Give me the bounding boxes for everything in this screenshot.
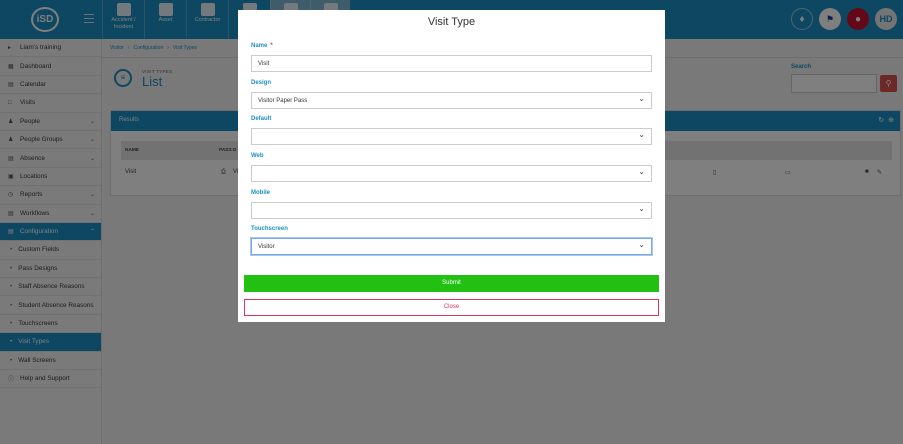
web-label: Web bbox=[251, 153, 264, 159]
name-label: Name * bbox=[251, 43, 273, 49]
submit-button[interactable]: Submit bbox=[244, 275, 659, 292]
name-label-text: Name bbox=[251, 43, 268, 49]
modal-title: Visit Type bbox=[427, 16, 476, 28]
touchscreen-select[interactable]: Visitor bbox=[251, 238, 652, 255]
required-marker: * bbox=[270, 43, 273, 49]
design-label: Design bbox=[251, 80, 272, 86]
close-button[interactable]: Close bbox=[244, 299, 659, 316]
default-label: Default bbox=[251, 116, 272, 122]
mobile-select[interactable] bbox=[251, 202, 652, 219]
default-select[interactable] bbox=[251, 128, 652, 145]
design-select[interactable]: Visitor Paper Pass bbox=[251, 92, 652, 109]
web-select[interactable] bbox=[251, 165, 652, 182]
mobile-label: Mobile bbox=[251, 190, 270, 196]
visit-type-modal: Visit Type Name * Visit Design Visitor Pa… bbox=[238, 10, 665, 322]
name-input[interactable]: Visit bbox=[251, 55, 652, 72]
touchscreen-label: Touchscreen bbox=[251, 226, 288, 232]
